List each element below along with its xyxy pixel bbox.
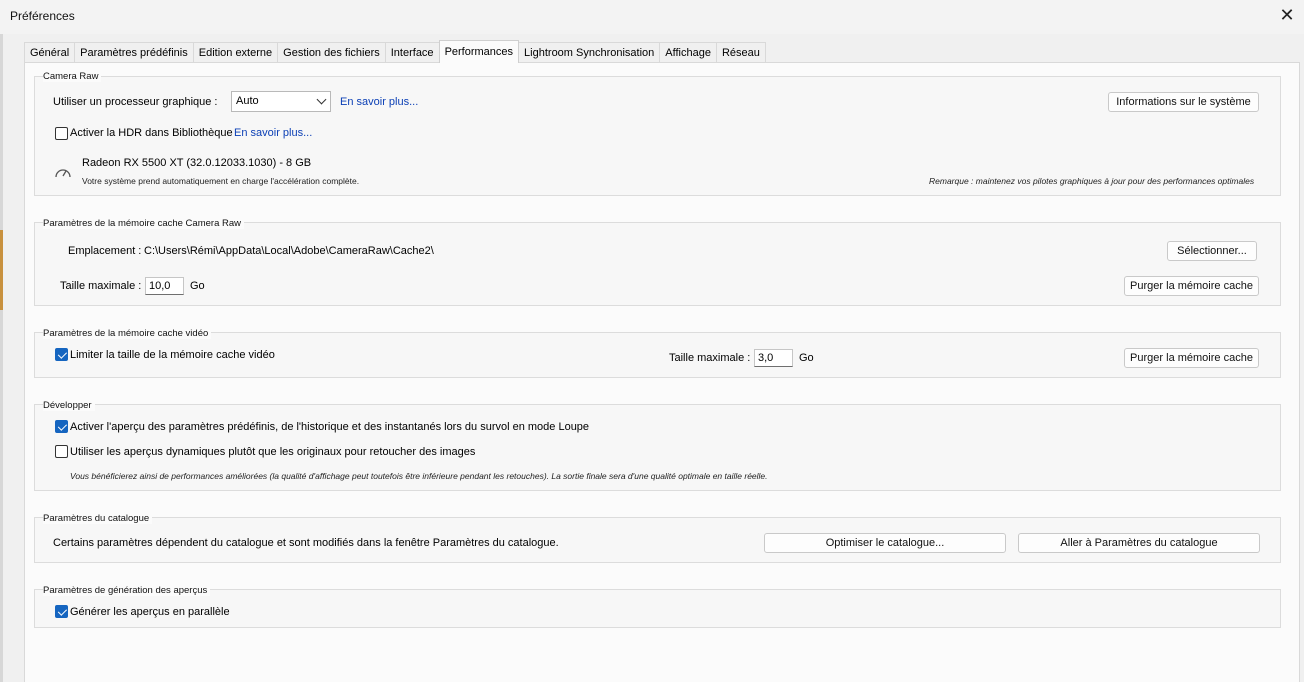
optimize-catalog-button[interactable]: Optimiser le catalogue...: [764, 533, 1006, 553]
window-title: Préférences: [10, 9, 75, 23]
left-window-edge: [0, 34, 3, 682]
close-icon[interactable]: ✕: [1270, 0, 1304, 32]
gpu-select-value: Auto: [236, 95, 259, 107]
hdr-label: Activer la HDR dans Bibliothèque: [70, 127, 233, 139]
video-max-size-input[interactable]: 3,0: [754, 349, 793, 367]
limit-video-cache-checkbox[interactable]: [55, 348, 68, 361]
gpu-label: Utiliser un processeur graphique :: [53, 96, 218, 108]
cache-max-size-label: Taille maximale :: [60, 280, 142, 292]
chevron-down-icon: [316, 94, 327, 105]
tab-file-handling[interactable]: Gestion des fichiers: [277, 42, 386, 63]
title-bar: Préférences ✕: [0, 0, 1304, 34]
purge-cache-button[interactable]: Purger la mémoire cache: [1124, 276, 1259, 296]
tab-lightroom-sync[interactable]: Lightroom Synchronisation: [518, 42, 661, 63]
gpu-learn-more-link[interactable]: En savoir plus...: [340, 96, 418, 108]
gpu-name: Radeon RX 5500 XT (32.0.12033.1030) - 8 …: [82, 157, 312, 169]
video-cache-title: Paramètres de la mémoire cache vidéo: [43, 328, 212, 339]
camera-raw-cache-title: Paramètres de la mémoire cache Camera Ra…: [43, 218, 244, 229]
tab-presets[interactable]: Paramètres prédéfinis: [74, 42, 194, 63]
develop-title: Développer: [43, 400, 95, 411]
hdr-checkbox[interactable]: [55, 127, 68, 140]
smart-previews-label: Utiliser les aperçus dynamiques plutôt q…: [70, 446, 476, 458]
loupe-preview-label: Activer l'aperçu des paramètres prédéfin…: [70, 421, 590, 433]
driver-remark: Remarque : maintenez vos pilotes graphiq…: [929, 176, 1255, 186]
catalog-title: Paramètres du catalogue: [43, 513, 153, 524]
camera-raw-title: Camera Raw: [43, 71, 102, 82]
parallel-previews-checkbox[interactable]: [55, 605, 68, 618]
preview-generation-title: Paramètres de génération des aperçus: [43, 585, 211, 596]
tab-bar: Général Paramètres prédéfinis Edition ex…: [24, 40, 766, 63]
limit-video-cache-label: Limiter la taille de la mémoire cache vi…: [70, 349, 275, 361]
gpu-status: Votre système prend automatiquement en c…: [82, 176, 360, 186]
loupe-preview-checkbox[interactable]: [55, 420, 68, 433]
tab-external-editing[interactable]: Edition externe: [192, 42, 279, 63]
parallel-previews-label: Générer les aperçus en parallèle: [70, 606, 230, 618]
select-cache-location-button[interactable]: Sélectionner...: [1167, 241, 1257, 261]
cache-location-label: Emplacement :: [68, 245, 142, 257]
video-max-size-label: Taille maximale :: [669, 352, 751, 364]
cache-unit: Go: [190, 280, 205, 292]
tab-network[interactable]: Réseau: [715, 42, 766, 63]
system-info-button[interactable]: Informations sur le système: [1108, 92, 1259, 112]
tab-general[interactable]: Général: [24, 42, 76, 63]
purge-video-cache-button[interactable]: Purger la mémoire cache: [1124, 348, 1259, 368]
hdr-learn-more-link[interactable]: En savoir plus...: [234, 127, 312, 139]
left-window-accent: [0, 230, 3, 310]
tab-performance[interactable]: Performances: [438, 40, 520, 63]
smart-previews-note: Vous bénéficierez ainsi de performances …: [70, 471, 768, 481]
tab-display[interactable]: Affichage: [659, 42, 717, 63]
cache-max-size-input[interactable]: 10,0: [145, 277, 184, 295]
camera-raw-cache-group: [34, 222, 1281, 306]
gpu-select[interactable]: Auto: [231, 91, 331, 112]
catalog-description: Certains paramètres dépendent du catalog…: [53, 537, 559, 549]
gauge-icon: [55, 169, 71, 178]
tab-interface[interactable]: Interface: [384, 42, 440, 63]
catalog-settings-button[interactable]: Aller à Paramètres du catalogue: [1018, 533, 1260, 553]
video-cache-unit: Go: [799, 352, 814, 364]
cache-location-value: C:\Users\Rémi\AppData\Local\Adobe\Camera…: [144, 245, 434, 257]
smart-previews-checkbox[interactable]: [55, 445, 68, 458]
